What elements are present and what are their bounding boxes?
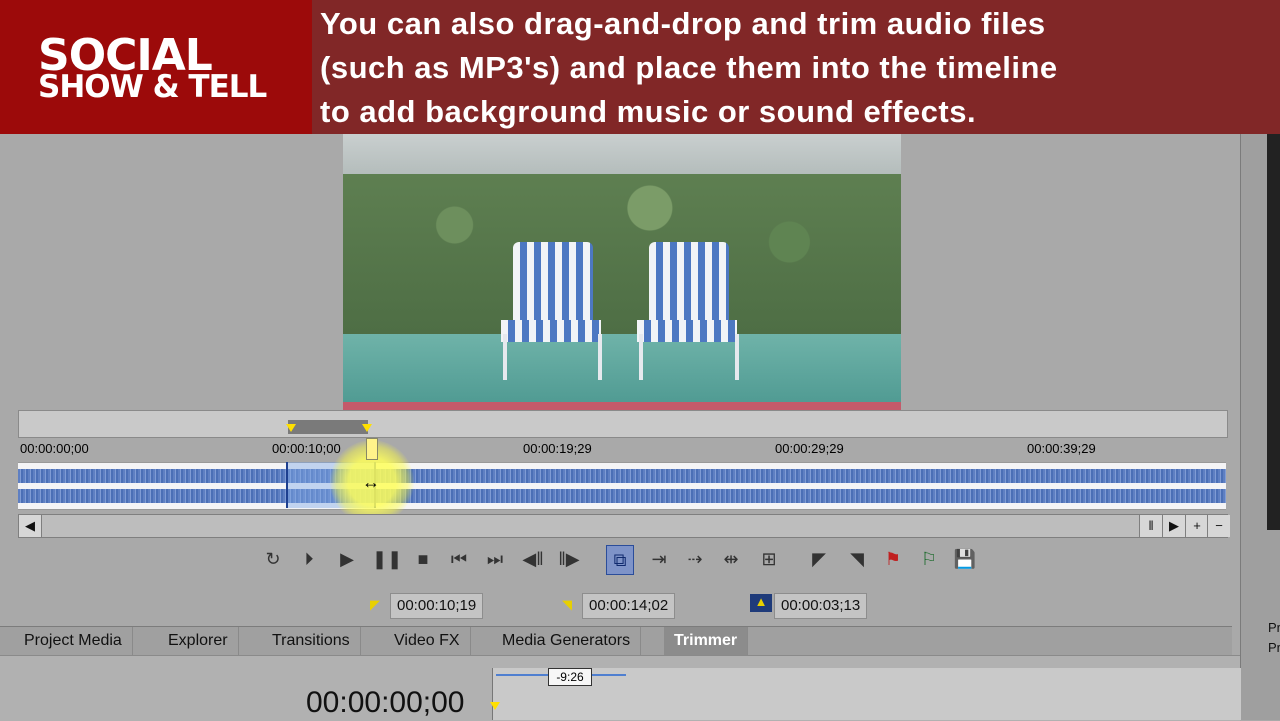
resize-cursor-icon: ↔ <box>362 472 380 492</box>
playhead-marker[interactable] <box>366 438 378 460</box>
preview-chair-leg <box>598 334 602 380</box>
region-icon[interactable]: ⚐ <box>916 545 942 573</box>
caption-line-1: You can also drag-and-drop and trim audi… <box>320 6 1046 41</box>
next-frame-icon[interactable]: ‖▶ <box>556 545 582 573</box>
waveform-channel-right <box>18 489 1226 503</box>
preview-hedge <box>343 174 901 344</box>
zoom-out-icon[interactable]: − <box>1207 515 1230 537</box>
preview-chair-left-seat <box>501 320 601 342</box>
selection-start-marker[interactable] <box>286 424 296 432</box>
play-icon[interactable]: ▶ <box>334 545 360 573</box>
mark-in-icon[interactable]: ◤ <box>806 545 832 573</box>
insert-icon[interactable]: ⇥ <box>646 545 672 573</box>
preview-chair-leg <box>735 334 739 380</box>
marker-icon[interactable]: ⚑ <box>880 545 906 573</box>
timeline-cursor-marker[interactable] <box>490 702 500 710</box>
timeline-overview-bar[interactable] <box>18 410 1228 438</box>
scroll-handle-icon[interactable]: ‖ <box>1139 515 1162 537</box>
ruler-label: 00:00:10;00 <box>272 441 341 456</box>
transport-controls: ↻ ⏵ ▶ ❚❚ ■ ⏮ ⏭ ◀‖ ‖▶ ⧉ ⇥ ⇢ ⇹ ⊞ ◤ ◥ ⚑ ⚐ 💾 <box>260 545 1000 575</box>
right-panel-label-1: Pr <box>1268 620 1280 635</box>
go-to-end-icon[interactable]: ⏭ <box>482 545 508 573</box>
tab-project-media[interactable]: Project Media <box>14 627 133 655</box>
preview-chair-leg <box>639 334 643 380</box>
selection-end-marker[interactable] <box>362 424 372 432</box>
preview-chair-leg <box>503 334 507 380</box>
mark-out-icon[interactable]: ◥ <box>844 545 870 573</box>
ruler-label: 00:00:39;29 <box>1027 441 1096 456</box>
go-to-start-icon[interactable]: ⏮ <box>446 545 472 573</box>
save-snapshot-icon[interactable]: 💾 <box>952 545 978 573</box>
out-point-icon: ◥ <box>562 597 572 612</box>
overwrite-icon[interactable]: ⇢ <box>682 545 708 573</box>
previous-frame-icon[interactable]: ◀‖ <box>520 545 546 573</box>
tab-media-generators[interactable]: Media Generators <box>492 627 642 655</box>
brand-logo: SOCIAL SHOW & TELL <box>0 0 312 134</box>
timeline-scrollbar[interactable]: ◀ ‖ ▶ + − <box>18 514 1230 538</box>
tab-video-fx[interactable]: Video FX <box>384 627 471 655</box>
right-panel-strip <box>1267 134 1280 530</box>
tab-transitions[interactable]: Transitions <box>262 627 361 655</box>
ruler-label: 00:00:29;29 <box>775 441 844 456</box>
play-from-start-icon[interactable]: ⏵ <box>296 545 322 573</box>
right-panel-label-2: Pr <box>1268 640 1280 655</box>
in-point-icon: ◤ <box>370 597 380 612</box>
right-panel: Pr Pr <box>1240 134 1280 720</box>
caption-line-3: to add background music or sound effects… <box>320 94 977 129</box>
select-region-icon[interactable]: ⊞ <box>756 545 782 573</box>
add-to-timeline-icon[interactable]: ⧉ <box>606 545 634 575</box>
brand-line-2: SHOW & TELL <box>38 69 267 105</box>
selection-range-bar[interactable] <box>288 420 368 434</box>
tab-explorer[interactable]: Explorer <box>158 627 239 655</box>
timeline-ruler[interactable]: 00:00:00;00 00:00:10;00 00:00:19;29 00:0… <box>18 437 1226 461</box>
ruler-label: 00:00:19;29 <box>523 441 592 456</box>
waveform-channel-left <box>18 469 1226 483</box>
duration-field[interactable]: 00:00:03;13 <box>774 593 868 619</box>
duration-icon: ▲ <box>750 594 772 612</box>
scroll-right-icon[interactable]: ▶ <box>1162 515 1185 537</box>
out-point-field[interactable]: 00:00:14;02 <box>582 593 676 619</box>
audio-waveform[interactable] <box>18 462 1226 510</box>
offset-badge: -9:26 <box>548 668 592 686</box>
scroll-left-icon[interactable]: ◀ <box>19 515 42 537</box>
preview-pool <box>343 334 901 406</box>
window-docking-tabs: Project Media Explorer Transitions Video… <box>0 626 1232 655</box>
pause-icon[interactable]: ❚❚ <box>372 545 402 573</box>
ruler-label: 00:00:00;00 <box>20 441 89 456</box>
tab-trimmer[interactable]: Trimmer <box>664 627 749 655</box>
preview-pool-edge <box>343 402 901 410</box>
cursor-timecode: 00:00:00;00 <box>306 686 465 719</box>
zoom-in-icon[interactable]: + <box>1185 515 1208 537</box>
in-point-field[interactable]: 00:00:10;19 <box>390 593 484 619</box>
fit-icon[interactable]: ⇹ <box>718 545 744 573</box>
stop-icon[interactable]: ■ <box>410 545 436 573</box>
preview-chair-right-seat <box>637 320 737 342</box>
loop-icon[interactable]: ↻ <box>260 545 286 573</box>
caption-overlay: You can also drag-and-drop and trim audi… <box>312 0 1280 134</box>
video-preview <box>343 134 901 410</box>
caption-line-2: (such as MP3's) and place them into the … <box>320 50 1058 85</box>
